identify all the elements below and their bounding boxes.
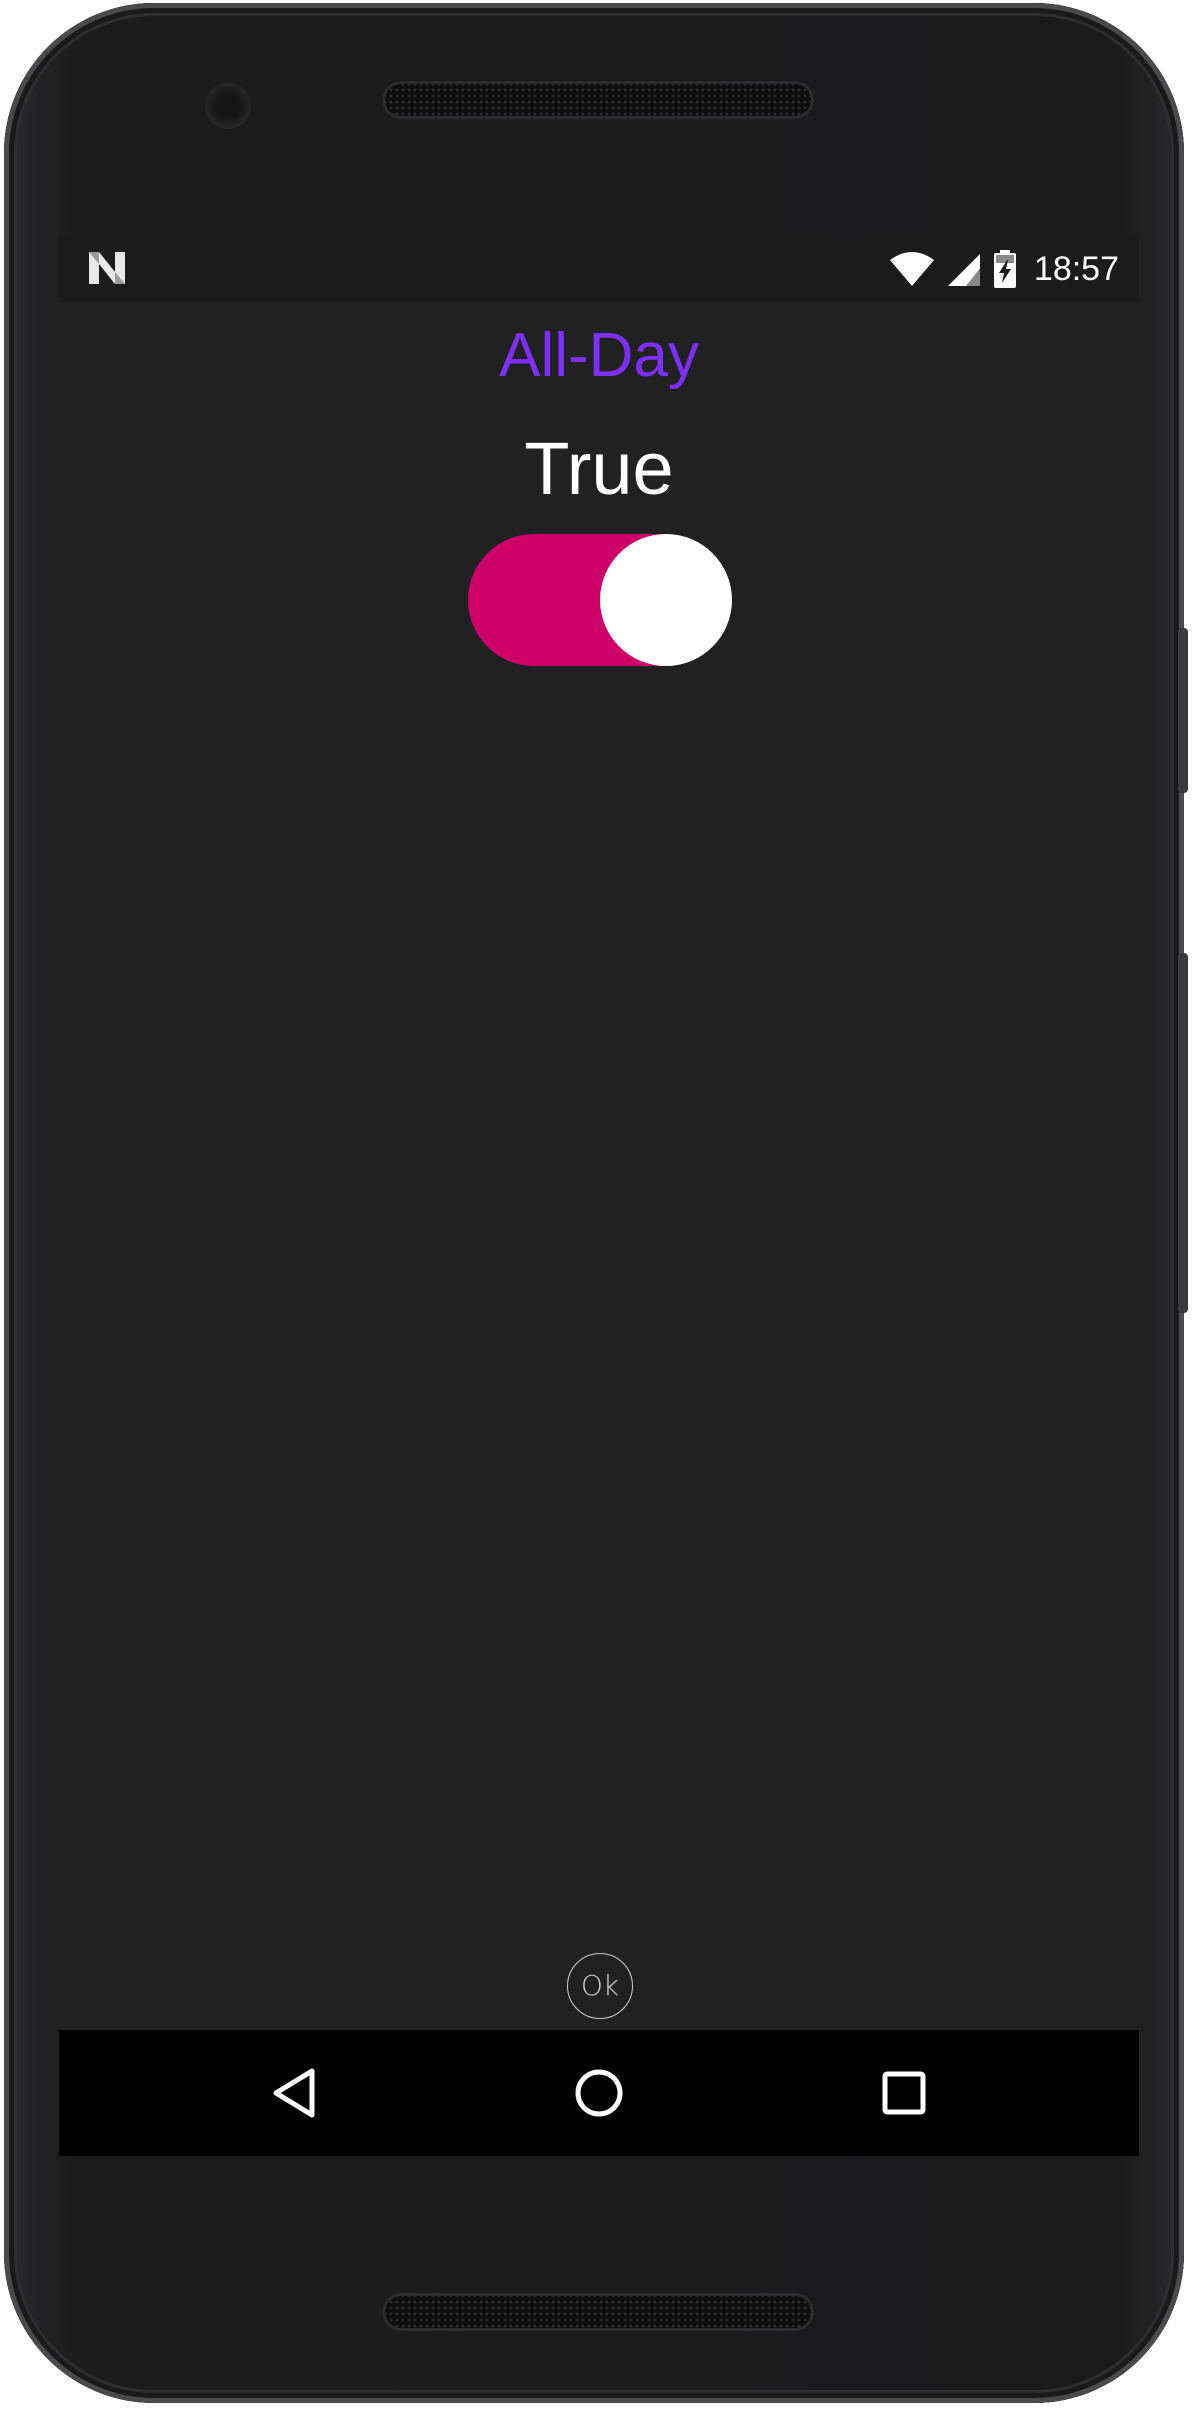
volume-button	[1178, 953, 1188, 1313]
recents-icon	[882, 2071, 926, 2115]
back-button[interactable]	[254, 2053, 334, 2133]
wifi-icon	[889, 252, 934, 286]
ok-button[interactable]: Ok	[567, 1953, 633, 2019]
home-button[interactable]	[559, 2053, 639, 2133]
home-icon	[575, 2069, 623, 2117]
toggle-value-label: True	[524, 427, 674, 510]
battery-charging-icon	[993, 250, 1016, 288]
screen: 18:57 All-Day True Ok	[59, 236, 1139, 2156]
power-button	[1178, 628, 1188, 793]
bottom-speaker	[382, 2293, 814, 2331]
status-time: 18:57	[1033, 249, 1119, 288]
page-title: All-Day	[499, 321, 699, 390]
top-speaker	[382, 81, 814, 119]
all-day-toggle[interactable]	[468, 534, 732, 666]
status-bar: 18:57	[59, 236, 1139, 302]
navigation-bar	[59, 2030, 1139, 2156]
front-camera	[205, 83, 251, 129]
recents-button[interactable]	[864, 2053, 944, 2133]
status-icons: 18:57	[888, 244, 1119, 294]
cell-signal-icon	[947, 254, 980, 286]
phone-frame: 18:57 All-Day True Ok	[4, 3, 1188, 2403]
toggle-thumb	[600, 534, 732, 666]
n-logo-icon	[89, 252, 125, 284]
back-icon	[273, 2068, 315, 2118]
page: 18:57 All-Day True Ok	[0, 0, 1198, 2409]
